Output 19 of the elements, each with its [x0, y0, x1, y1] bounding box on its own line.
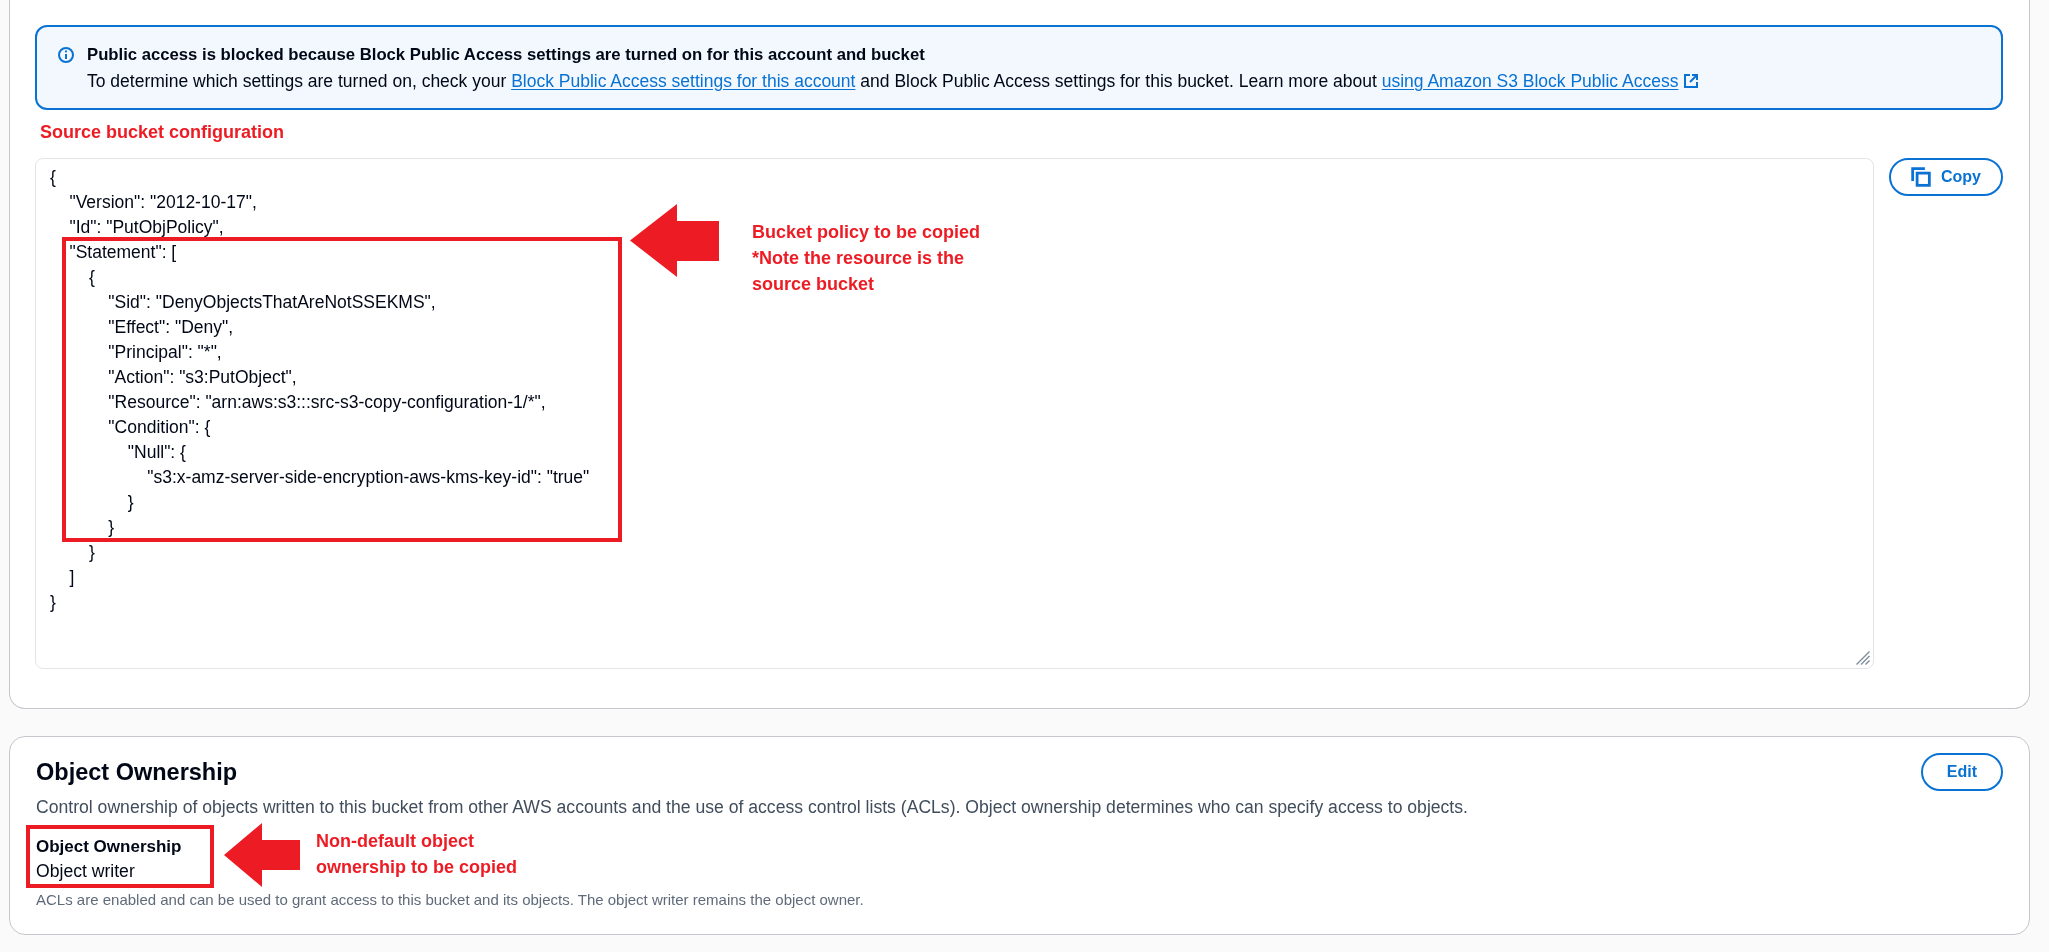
field-help-text: ACLs are enabled and can be used to grant access to this bucket and its objects. The object writer remains the object owner.	[36, 891, 864, 909]
field-label: Object Ownership	[36, 836, 182, 858]
banner-message: To determine which settings are turned on, check your Block Public Access settings for this account and Block Public Access settings for this bucket. Learn more about using Amazon S3 Block Public Access	[87, 68, 1700, 94]
resize-handle-icon[interactable]	[1856, 651, 1870, 665]
callout-note: *Note the resource is the source bucket	[752, 247, 966, 296]
text-link[interactable]: using Amazon S3 Block Public Access	[1381, 68, 1700, 94]
text-link[interactable]: Block Public Access settings for this account	[511, 68, 856, 94]
annotation-label: Source bucket configuration	[40, 121, 285, 144]
copy-button[interactable]: Copy	[1889, 158, 2003, 196]
edit-button[interactable]: Edit	[1920, 753, 2003, 791]
callout-note: Non-default object ownership to be copied	[316, 830, 518, 879]
banner-title: Public access is blocked because Block Public Access settings are turned on for this account and bucket	[87, 44, 926, 66]
copy-icon	[1911, 167, 1931, 187]
field-value: Object writer	[36, 860, 135, 882]
section-description: Control ownership of objects written to this bucket from other AWS accounts and the use of access control lists (ACLs). Object ownership determines who can specify access to objects.	[36, 796, 1469, 818]
section-heading: Object Ownership	[36, 758, 238, 787]
callout-note: Bucket policy to be copied	[752, 221, 982, 244]
info-icon	[58, 47, 74, 63]
external-link-icon	[1683, 73, 1700, 89]
